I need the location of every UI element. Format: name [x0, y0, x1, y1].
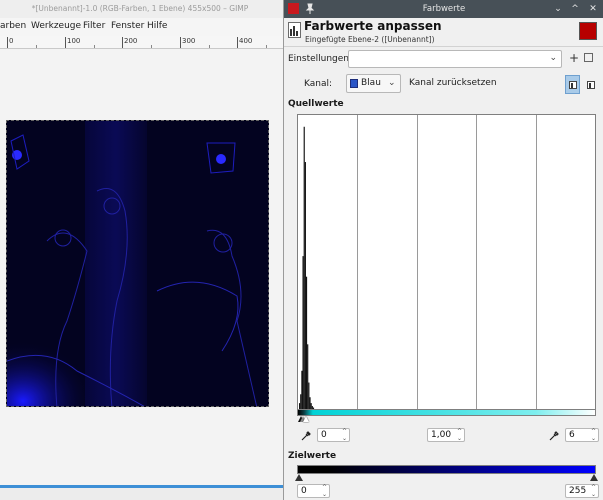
- image-content: [7, 121, 268, 406]
- menu-tools[interactable]: Werkzeuge: [31, 21, 81, 31]
- ruler-label: 100: [67, 37, 81, 45]
- menu-windows[interactable]: Fenster: [111, 21, 144, 31]
- image-canvas[interactable]: [6, 120, 269, 407]
- input-high-value: 6: [569, 430, 575, 440]
- input-gamma-value: 1,00: [431, 430, 452, 440]
- levels-tool-glyph: [290, 26, 298, 36]
- ruler-label: 400: [239, 37, 253, 45]
- minimize-icon[interactable]: ⌄: [552, 3, 564, 15]
- input-gradient-bar[interactable]: [297, 409, 596, 416]
- blue-channel-icon: [350, 79, 358, 88]
- ruler-label: 0: [9, 37, 14, 45]
- add-preset-icon[interactable]: +: [569, 51, 579, 65]
- chevron-down-icon: ⌄: [388, 78, 396, 88]
- black-point-picker-icon[interactable]: [301, 431, 311, 441]
- main-window-title: *[Unbenannt]-1.0 (RGB-Farben, 1 Ebene) 4…: [31, 4, 249, 13]
- log-histogram-icon: [587, 81, 595, 89]
- chevron-down-icon: ⌄: [549, 53, 557, 63]
- ruler-tick: [122, 37, 123, 48]
- ruler-minor-tick: [266, 45, 267, 48]
- histogram-bar: [300, 394, 302, 409]
- spin-arrows-icon[interactable]: ^ ⌄: [591, 428, 596, 442]
- layer-thumbnail: [579, 22, 597, 40]
- histogram-plot: [299, 115, 537, 409]
- input-levels-title: Quellwerte: [288, 99, 344, 109]
- ruler-tick: [180, 37, 181, 48]
- spin-arrows-icon[interactable]: ^ ⌄: [322, 484, 327, 498]
- logarithmic-histogram-button[interactable]: [583, 75, 598, 94]
- input-low-value: 0: [321, 430, 327, 440]
- input-high-spin[interactable]: 6 ^ ⌄: [565, 428, 599, 442]
- channel-label: Kanal:: [304, 79, 333, 89]
- output-high-value: 255: [569, 486, 587, 496]
- ruler-minor-tick: [36, 45, 37, 48]
- output-high-spin[interactable]: 255 ^ ⌄: [565, 484, 599, 498]
- spin-arrows-icon[interactable]: ^ ⌄: [457, 428, 462, 442]
- ruler-minor-tick: [209, 45, 210, 48]
- header-divider: [284, 46, 603, 47]
- menu-colors[interactable]: arben: [0, 21, 26, 31]
- menu-filters[interactable]: Filter: [83, 21, 105, 31]
- preset-menu-icon[interactable]: [584, 53, 593, 62]
- histogram-bar: [309, 397, 311, 409]
- histogram-bar: [303, 126, 305, 409]
- ruler-minor-tick: [94, 45, 95, 48]
- histogram-bar: [302, 256, 304, 409]
- histogram-bar: [305, 276, 308, 409]
- ruler-tick: [237, 37, 238, 48]
- output-white-slider[interactable]: [590, 474, 598, 481]
- ruler-minor-tick: [151, 45, 152, 48]
- histogram-bar: [308, 382, 310, 409]
- output-gradient-bar[interactable]: [297, 465, 596, 474]
- output-low-spin[interactable]: 0 ^ ⌄: [297, 484, 330, 498]
- main-statusbar: [0, 488, 285, 500]
- menu-help[interactable]: Hilfe: [147, 21, 167, 31]
- output-black-slider[interactable]: [295, 474, 303, 481]
- white-point-picker-icon[interactable]: [549, 431, 559, 441]
- spin-arrows-icon[interactable]: ^ ⌄: [591, 484, 596, 498]
- close-icon[interactable]: ✕: [587, 3, 599, 15]
- input-low-spin[interactable]: 0 ^ ⌄: [317, 428, 350, 442]
- input-gamma-spin[interactable]: 1,00 ^ ⌄: [427, 428, 465, 442]
- histogram-view[interactable]: [297, 114, 596, 410]
- reset-channel-button[interactable]: Kanal zurücksetzen: [409, 78, 497, 88]
- output-levels-title: Zielwerte: [288, 451, 337, 461]
- levels-dialog: Farbwerte ⌄ ^ ✕ Farbwerte anpassen Einge…: [283, 0, 603, 500]
- ruler-tick: [7, 37, 8, 48]
- presets-label: Einstellungen:: [288, 54, 353, 64]
- input-white-slider[interactable]: [303, 416, 309, 422]
- linear-histogram-button[interactable]: [565, 75, 580, 94]
- horizontal-ruler[interactable]: 0 100 200 300 400: [0, 36, 285, 49]
- levels-tool-icon: [288, 22, 301, 38]
- output-low-value: 0: [301, 486, 307, 496]
- ruler-label: 200: [124, 37, 138, 45]
- dialog-header-subtitle: Eingefügte Ebene-2 ([Unbenannt]): [305, 35, 435, 44]
- histogram-bar: [301, 370, 303, 409]
- main-menubar: arben Werkzeuge Filter Fenster Hilfe: [0, 18, 285, 36]
- histogram-bar: [307, 344, 309, 409]
- dialog-header-title: Farbwerte anpassen: [304, 19, 442, 33]
- channel-value: Blau: [361, 78, 381, 88]
- maximize-icon[interactable]: ^: [569, 3, 581, 15]
- linear-histogram-icon: [569, 81, 577, 89]
- ruler-tick: [65, 37, 66, 48]
- channel-select[interactable]: Blau ⌄: [346, 74, 401, 93]
- dialog-titlebar[interactable]: Farbwerte ⌄ ^ ✕: [284, 0, 603, 18]
- presets-combo[interactable]: ⌄: [348, 50, 562, 68]
- histogram-bar: [304, 162, 306, 409]
- spin-arrows-icon[interactable]: ^ ⌄: [342, 428, 347, 442]
- ruler-label: 300: [182, 37, 196, 45]
